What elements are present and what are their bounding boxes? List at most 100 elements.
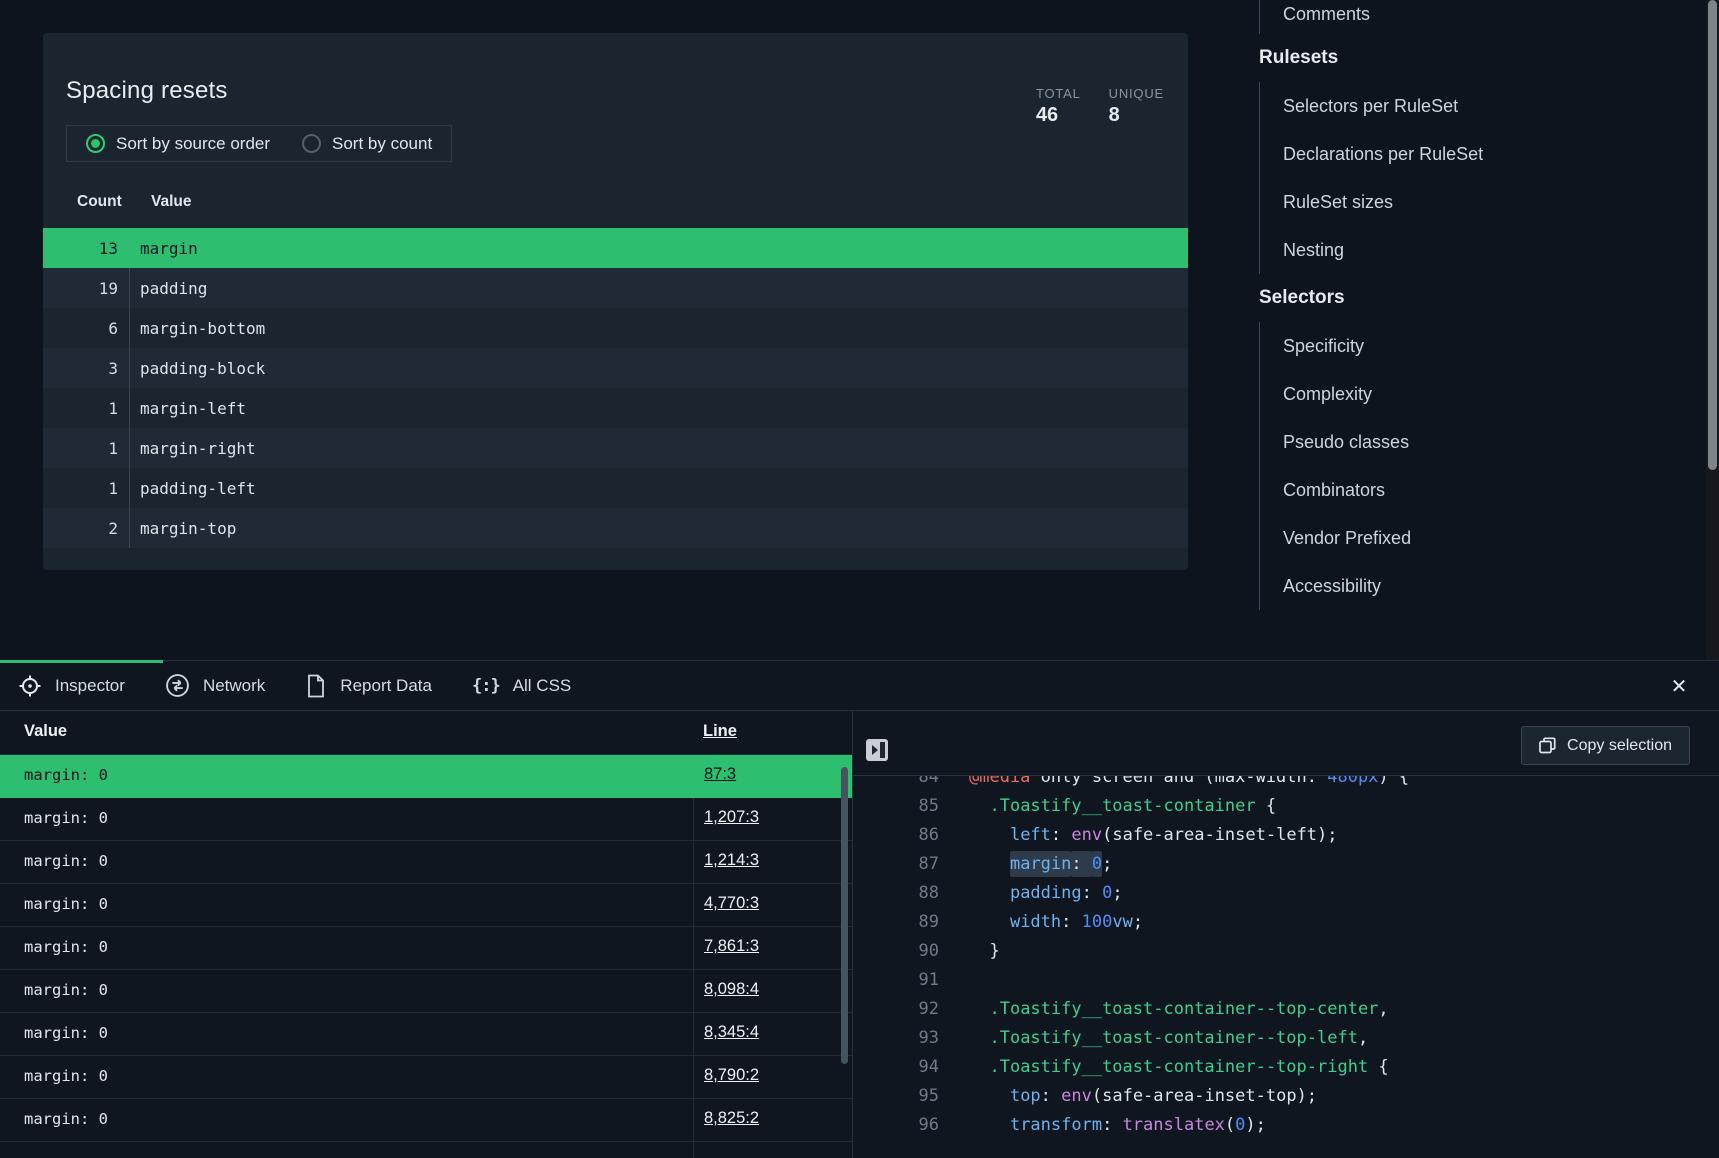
code-text: left: env(safe-area-inset-left); (969, 821, 1338, 850)
card-stats: TOTAL 46 UNIQUE 8 (1036, 86, 1164, 127)
declaration-value: margin: 0 (24, 981, 108, 999)
declaration-value: margin: 0 (24, 1067, 108, 1085)
inspector-table-row-partial (0, 1142, 852, 1158)
code-line: 88 padding: 0; (853, 879, 1719, 908)
line-number: 90 (853, 937, 939, 966)
total-stat: TOTAL 46 (1036, 86, 1081, 127)
row-value: margin-left (130, 399, 246, 418)
tab-report-data-label: Report Data (340, 676, 432, 696)
line-link[interactable]: 4,770:3 (704, 894, 759, 913)
sidebar-item-complexity[interactable]: Complexity (1259, 370, 1699, 418)
tab-all-css[interactable]: {:} All CSS (472, 676, 571, 696)
line-number: 89 (853, 908, 939, 937)
inspector-value-header: Value (24, 722, 67, 741)
inspector-table-scrollbar-thumb[interactable] (841, 767, 848, 1064)
sidebar-item-vendor-prefixed[interactable]: Vendor Prefixed (1259, 514, 1699, 562)
inspector-table-row: margin: 0 8,790:2 (0, 1056, 852, 1099)
line-link[interactable]: 8,825:2 (704, 1109, 759, 1128)
tab-network-label: Network (203, 676, 265, 696)
sidebar-section-header: Selectors (1259, 274, 1699, 322)
unique-label: UNIQUE (1109, 86, 1164, 101)
page-title: Spacing resets (66, 77, 228, 105)
code-line: 87 margin: 0; (853, 850, 1719, 879)
inspector-table-row: margin: 08,825:2 (0, 1099, 852, 1142)
line-link[interactable]: 1,214:3 (704, 851, 759, 870)
line-number: 92 (853, 995, 939, 1024)
declaration-value: margin: 0 (24, 766, 108, 784)
report-nav-sidebar: CommentsRulesetsSelectors per RuleSetDec… (1259, 0, 1699, 610)
row-value: padding-block (130, 359, 265, 378)
code-line: 94 .Toastify__toast-container--top-right… (853, 1053, 1719, 1082)
line-number: 87 (853, 850, 939, 879)
code-text: padding: 0; (969, 879, 1123, 908)
row-count: 2 (43, 508, 130, 548)
sidebar-item-comments[interactable]: Comments (1259, 0, 1699, 34)
code-text: .Toastify__toast-container { (969, 792, 1276, 821)
sidebar-item-accessibility[interactable]: Accessibility (1259, 562, 1699, 610)
inspector-declarations-table: Value Line margin: 0 87:3 margin: 0 1,207:3… (0, 711, 853, 1158)
spacing-table-row[interactable]: 3padding-block (43, 348, 1188, 388)
row-value: padding-left (130, 479, 256, 498)
sidebar-item-selectors-per-ruleset[interactable]: Selectors per RuleSet (1259, 82, 1699, 130)
tab-network[interactable]: Network (165, 673, 265, 698)
line-link[interactable]: 87:3 (704, 765, 736, 784)
line-link[interactable]: 8,098:4 (704, 980, 759, 999)
tab-report-data[interactable]: Report Data (305, 674, 432, 698)
declaration-value: margin: 0 (24, 1024, 108, 1042)
line-link[interactable]: 1,207:3 (704, 808, 759, 827)
devtools-panel: Inspector Network Report Data {:} All CS… (0, 660, 1719, 1158)
line-link[interactable]: 8,345:4 (704, 1023, 759, 1042)
sidebar-section-header: Rulesets (1259, 34, 1699, 82)
line-cell: 1,214:3 (693, 841, 852, 883)
sidebar-item-nesting[interactable]: Nesting (1259, 226, 1699, 274)
spacing-table-row[interactable]: 2margin-top (43, 508, 1188, 548)
inspector-table-row: margin: 0 8,098:4 (0, 970, 852, 1013)
radio-unselected-icon (302, 134, 321, 153)
inspector-line-header[interactable]: Line (703, 722, 737, 741)
tab-inspector[interactable]: Inspector (18, 674, 125, 698)
line-number: 94 (853, 1053, 939, 1082)
unique-value: 8 (1109, 104, 1164, 127)
spacing-table: 13margin19padding6margin-bottom3padding-… (43, 228, 1188, 548)
spacing-table-row[interactable]: 13margin (43, 228, 1188, 268)
page-scrollbar-thumb[interactable] (1708, 0, 1717, 470)
row-count: 1 (43, 388, 130, 428)
line-number: 95 (853, 1082, 939, 1111)
code-line: 84@media only screen and (max-width: 480… (853, 776, 1719, 792)
spacing-table-row[interactable]: 6margin-bottom (43, 308, 1188, 348)
sidebar-item-combinators[interactable]: Combinators (1259, 466, 1699, 514)
expand-sidebar-icon[interactable] (866, 739, 888, 761)
sidebar-item-declarations-per-ruleset[interactable]: Declarations per RuleSet (1259, 130, 1699, 178)
code-text: top: env(safe-area-inset-top); (969, 1082, 1317, 1111)
line-number: 85 (853, 792, 939, 821)
sort-by-count-radio[interactable]: Sort by count (302, 134, 432, 154)
sort-by-source-order-radio[interactable]: Sort by source order (86, 134, 270, 154)
crosshair-icon (18, 674, 42, 698)
line-link[interactable]: 8,790:2 (704, 1066, 759, 1085)
line-number: 93 (853, 1024, 939, 1053)
row-value: margin-right (130, 439, 256, 458)
row-count: 3 (43, 348, 130, 388)
close-panel-button[interactable]: ✕ (1666, 673, 1692, 699)
copy-selection-button[interactable]: Copy selection (1521, 726, 1690, 765)
spacing-table-row[interactable]: 1margin-left (43, 388, 1188, 428)
sidebar-item-pseudo-classes[interactable]: Pseudo classes (1259, 418, 1699, 466)
declaration-value: margin: 0 (24, 938, 108, 956)
code-line: 96 transform: translatex(0); (853, 1111, 1719, 1140)
copy-selection-label: Copy selection (1567, 737, 1672, 755)
sidebar-item-specificity[interactable]: Specificity (1259, 322, 1699, 370)
declaration-value: margin: 0 (24, 852, 108, 870)
spacing-table-row[interactable]: 1margin-right (43, 428, 1188, 468)
sidebar-item-ruleset-sizes[interactable]: RuleSet sizes (1259, 178, 1699, 226)
spacing-table-row[interactable]: 1padding-left (43, 468, 1188, 508)
code-line: 85 .Toastify__toast-container { (853, 792, 1719, 821)
spacing-table-row[interactable]: 19padding (43, 268, 1188, 308)
line-number: 96 (853, 1111, 939, 1140)
inspector-table-row: margin: 0 4,770:3 (0, 884, 852, 927)
css-code-view[interactable]: 84@media only screen and (max-width: 480… (853, 776, 1719, 1158)
declaration-value: margin: 0 (24, 895, 108, 913)
code-text: .Toastify__toast-container--top-left, (969, 1024, 1368, 1053)
line-cell: 87:3 (693, 755, 852, 797)
line-link[interactable]: 7,861:3 (704, 937, 759, 956)
line-cell: 1,207:3 (693, 798, 852, 840)
